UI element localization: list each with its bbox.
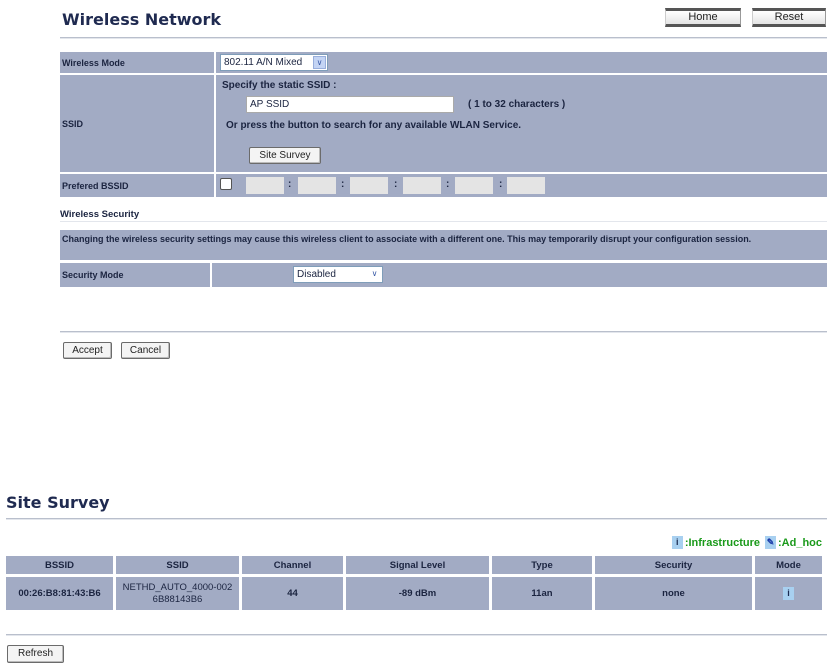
reset-button[interactable]: Reset <box>752 8 826 27</box>
ssid-label: SSID <box>60 75 214 172</box>
security-mode-label: Security Mode <box>60 263 210 287</box>
bssid-octet-input[interactable] <box>298 177 336 194</box>
page-title: Wireless Network <box>62 10 222 29</box>
legend-adhoc: :Ad_hoc <box>778 536 822 549</box>
mode-legend: i :Infrastructure ✎ :Ad_hoc <box>671 536 822 549</box>
preferred-bssid-checkbox[interactable] <box>220 178 232 190</box>
ssid-hint: ( 1 to 32 characters ) <box>468 99 566 110</box>
divider <box>6 634 827 636</box>
type-cell: 11an <box>492 577 592 610</box>
security-notice: Changing the wireless security settings … <box>60 230 827 260</box>
security-cell: none <box>595 577 752 610</box>
security-mode-select[interactable]: Disabled ∨ <box>293 266 383 283</box>
site-survey-instruction: Or press the button to search for any av… <box>226 120 522 131</box>
site-survey-button[interactable]: Site Survey <box>249 147 321 164</box>
adhoc-icon: ✎ <box>765 536 776 549</box>
chevron-down-icon: ∨ <box>313 56 326 69</box>
security-mode-cell: Disabled ∨ <box>212 263 827 287</box>
infrastructure-icon: i <box>783 587 794 600</box>
ssid-input[interactable]: AP SSID <box>246 96 454 113</box>
ssid-cell: NETHD_AUTO_4000-0026B88143B6 <box>116 577 239 610</box>
column-header: Channel <box>242 556 343 574</box>
refresh-button[interactable]: Refresh <box>7 645 64 663</box>
column-header: Mode <box>755 556 822 574</box>
divider <box>60 37 827 39</box>
ssid-cell: Specify the static SSID : AP SSID ( 1 to… <box>216 75 827 172</box>
column-header: BSSID <box>6 556 113 574</box>
colon: : <box>288 179 292 190</box>
bssid-octet-input[interactable] <box>507 177 545 194</box>
wireless-mode-select[interactable]: 802.11 A/N Mixed ∨ <box>220 54 328 71</box>
colon: : <box>394 179 398 190</box>
wireless-security-heading: Wireless Security <box>60 209 140 220</box>
bssid-octet-input[interactable] <box>246 177 284 194</box>
colon: : <box>446 179 450 190</box>
chevron-down-icon: ∨ <box>368 268 381 281</box>
divider <box>6 518 827 520</box>
divider <box>60 331 827 333</box>
infrastructure-icon: i <box>671 536 683 549</box>
cancel-button[interactable]: Cancel <box>121 342 170 359</box>
home-button[interactable]: Home <box>665 8 741 27</box>
channel-cell: 44 <box>242 577 343 610</box>
divider <box>60 221 827 222</box>
bssid-octet-input[interactable] <box>403 177 441 194</box>
colon: : <box>499 179 503 190</box>
column-header: Security <box>595 556 752 574</box>
bssid-octet-input[interactable] <box>455 177 493 194</box>
security-mode-value: Disabled <box>297 269 336 280</box>
column-header: Signal Level <box>346 556 489 574</box>
legend-infrastructure: :Infrastructure <box>684 536 760 549</box>
mode-cell[interactable]: i <box>755 577 822 610</box>
ssid-instruction: Specify the static SSID : <box>222 80 337 91</box>
signal-level-cell: -89 dBm <box>346 577 489 610</box>
colon: : <box>341 179 345 190</box>
bssid-cell: 00:26:B8:81:43:B6 <box>6 577 113 610</box>
preferred-bssid-label: Prefered BSSID <box>60 174 214 197</box>
accept-button[interactable]: Accept <box>63 342 112 359</box>
wireless-mode-cell: 802.11 A/N Mixed ∨ <box>216 52 827 73</box>
wireless-mode-value: 802.11 A/N Mixed <box>224 57 303 68</box>
bssid-octet-input[interactable] <box>350 177 388 194</box>
column-header: SSID <box>116 556 239 574</box>
wireless-mode-label: Wireless Mode <box>60 52 214 73</box>
column-header: Type <box>492 556 592 574</box>
site-survey-title: Site Survey <box>6 493 110 512</box>
